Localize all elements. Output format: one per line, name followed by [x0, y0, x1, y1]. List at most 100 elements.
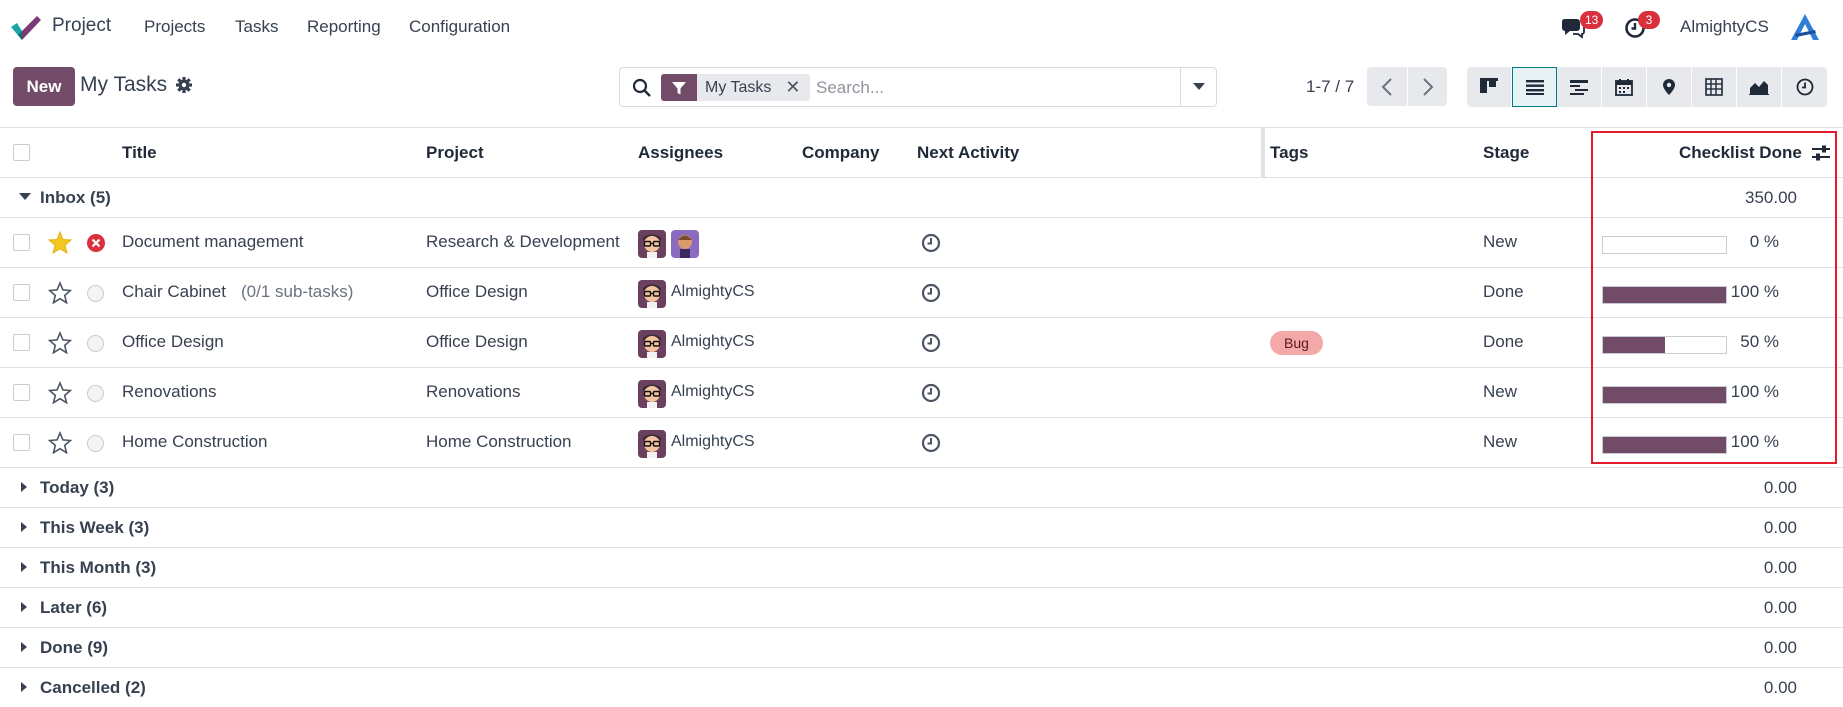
star-icon[interactable]: [47, 330, 73, 355]
menu-configuration[interactable]: Configuration: [409, 17, 510, 37]
group-row[interactable]: Today (3) 0.00: [0, 468, 1843, 508]
star-icon[interactable]: [47, 380, 73, 405]
avatar[interactable]: [671, 230, 699, 258]
tag-badge: Bug: [1270, 331, 1323, 355]
star-icon[interactable]: [47, 430, 73, 455]
activity-clock-icon[interactable]: [921, 283, 941, 303]
checklist-progress-bar: [1602, 386, 1727, 404]
pager-next-button[interactable]: [1407, 67, 1447, 106]
column-header-company[interactable]: Company: [802, 143, 879, 163]
avatar[interactable]: [638, 330, 666, 358]
pivot-view-button[interactable]: [1692, 67, 1737, 107]
table-row[interactable]: Home Construction Home Construction Almigh…: [0, 418, 1843, 468]
gear-icon[interactable]: [175, 76, 193, 94]
caret-down-icon: [1192, 83, 1205, 90]
optional-columns-icon[interactable]: [1811, 143, 1831, 163]
project-app-icon[interactable]: [10, 14, 42, 42]
column-header-next-activity[interactable]: Next Activity: [917, 143, 1019, 163]
column-header-tags[interactable]: Tags: [1270, 143, 1308, 163]
row-checkbox[interactable]: [13, 434, 30, 451]
row-checkbox[interactable]: [13, 384, 30, 401]
table-header: Title Project Assignees Company Next Act…: [0, 127, 1843, 178]
group-label: Done (9): [40, 638, 108, 657]
map-view-button[interactable]: [1647, 67, 1692, 107]
list-view-button[interactable]: [1512, 67, 1557, 107]
top-navbar: Project Projects Tasks Reporting Configu…: [0, 0, 1843, 53]
user-menu-name[interactable]: AlmightyCS: [1680, 17, 1769, 37]
checklist-progress-text: 100 %: [1730, 282, 1779, 301]
star-filled-icon[interactable]: [47, 230, 73, 255]
company-logo[interactable]: [1789, 12, 1821, 42]
group-label: Today (3): [40, 478, 115, 497]
avatar[interactable]: [638, 230, 666, 258]
task-title: Office Design: [122, 332, 224, 351]
select-all-checkbox[interactable]: [13, 144, 30, 161]
table-row[interactable]: Renovations Renovations AlmightyCS New 100 %: [0, 368, 1843, 418]
state-circle-icon[interactable]: [87, 435, 104, 452]
group-total: 0.00: [1763, 638, 1797, 657]
group-row[interactable]: Later (6) 0.00: [0, 588, 1843, 628]
gantt-view-button[interactable]: [1557, 67, 1602, 107]
caret-right-icon: [21, 602, 27, 612]
caret-right-icon: [21, 482, 27, 492]
progress-fill: [1603, 387, 1726, 403]
avatar[interactable]: [638, 380, 666, 408]
column-header-title[interactable]: Title: [122, 143, 157, 163]
column-header-stage[interactable]: Stage: [1483, 143, 1529, 163]
column-resizer[interactable]: [1261, 128, 1265, 177]
group-label: This Month (3): [40, 558, 157, 577]
column-header-checklist-done[interactable]: Checklist Done: [1679, 143, 1802, 163]
column-header-assignees[interactable]: Assignees: [638, 143, 723, 163]
progress-fill: [1603, 437, 1726, 453]
activity-clock-icon[interactable]: [921, 433, 941, 453]
kanban-view-button[interactable]: [1467, 67, 1512, 107]
calendar-view-button[interactable]: [1602, 67, 1647, 107]
blocked-state-icon[interactable]: [87, 234, 105, 252]
activity-clock-icon[interactable]: [921, 233, 941, 253]
table-row[interactable]: Office Design Office Design AlmightyCS Bug D…: [0, 318, 1843, 368]
task-title: Document management: [122, 232, 304, 251]
menu-tasks[interactable]: Tasks: [235, 17, 278, 37]
checklist-progress-bar: [1602, 236, 1727, 254]
checklist-progress-bar: [1602, 436, 1727, 454]
state-circle-icon[interactable]: [87, 285, 104, 302]
star-icon[interactable]: [47, 280, 73, 305]
group-row[interactable]: This Week (3) 0.00: [0, 508, 1843, 548]
search-options-toggle[interactable]: [1180, 68, 1216, 106]
table-row[interactable]: Document management Research & Developmen…: [0, 218, 1843, 268]
new-button[interactable]: New: [13, 67, 75, 106]
row-checkbox[interactable]: [13, 234, 30, 251]
activity-clock-icon[interactable]: [921, 383, 941, 403]
activity-clock-icon[interactable]: [921, 333, 941, 353]
row-checkbox[interactable]: [13, 334, 30, 351]
app-name[interactable]: Project: [52, 15, 111, 37]
group-row[interactable]: Cancelled (2) 0.00: [0, 668, 1843, 707]
progress-fill: [1603, 337, 1665, 353]
menu-projects[interactable]: Projects: [144, 17, 205, 37]
row-checkbox[interactable]: [13, 284, 30, 301]
search-input[interactable]: [816, 74, 1166, 101]
pager-previous-button[interactable]: [1367, 67, 1407, 106]
graph-view-button[interactable]: [1737, 67, 1782, 107]
activities-badge: 3: [1638, 11, 1660, 29]
state-circle-icon[interactable]: [87, 335, 104, 352]
group-row-inbox[interactable]: Inbox (5) 350.00: [0, 178, 1843, 218]
search-icon[interactable]: [632, 78, 652, 98]
pager-value[interactable]: 1-7 / 7: [1306, 77, 1354, 97]
table-row[interactable]: Chair Cabinet (0/1 sub-tasks) Office Desig…: [0, 268, 1843, 318]
group-row[interactable]: This Month (3) 0.00: [0, 548, 1843, 588]
avatar[interactable]: [638, 280, 666, 308]
state-circle-icon[interactable]: [87, 385, 104, 402]
activity-view-button[interactable]: [1782, 67, 1827, 107]
group-row[interactable]: Done (9) 0.00: [0, 628, 1843, 668]
task-project: Research & Development: [426, 232, 620, 251]
group-label: This Week (3): [40, 518, 150, 537]
task-stage: New: [1483, 232, 1518, 251]
avatar[interactable]: [638, 430, 666, 458]
group-label: Inbox (5): [40, 188, 111, 207]
column-header-project[interactable]: Project: [426, 143, 484, 163]
facet-remove-icon[interactable]: ✕: [785, 77, 800, 98]
menu-reporting[interactable]: Reporting: [307, 17, 381, 37]
task-stage: New: [1483, 432, 1518, 451]
caret-right-icon: [21, 642, 27, 652]
